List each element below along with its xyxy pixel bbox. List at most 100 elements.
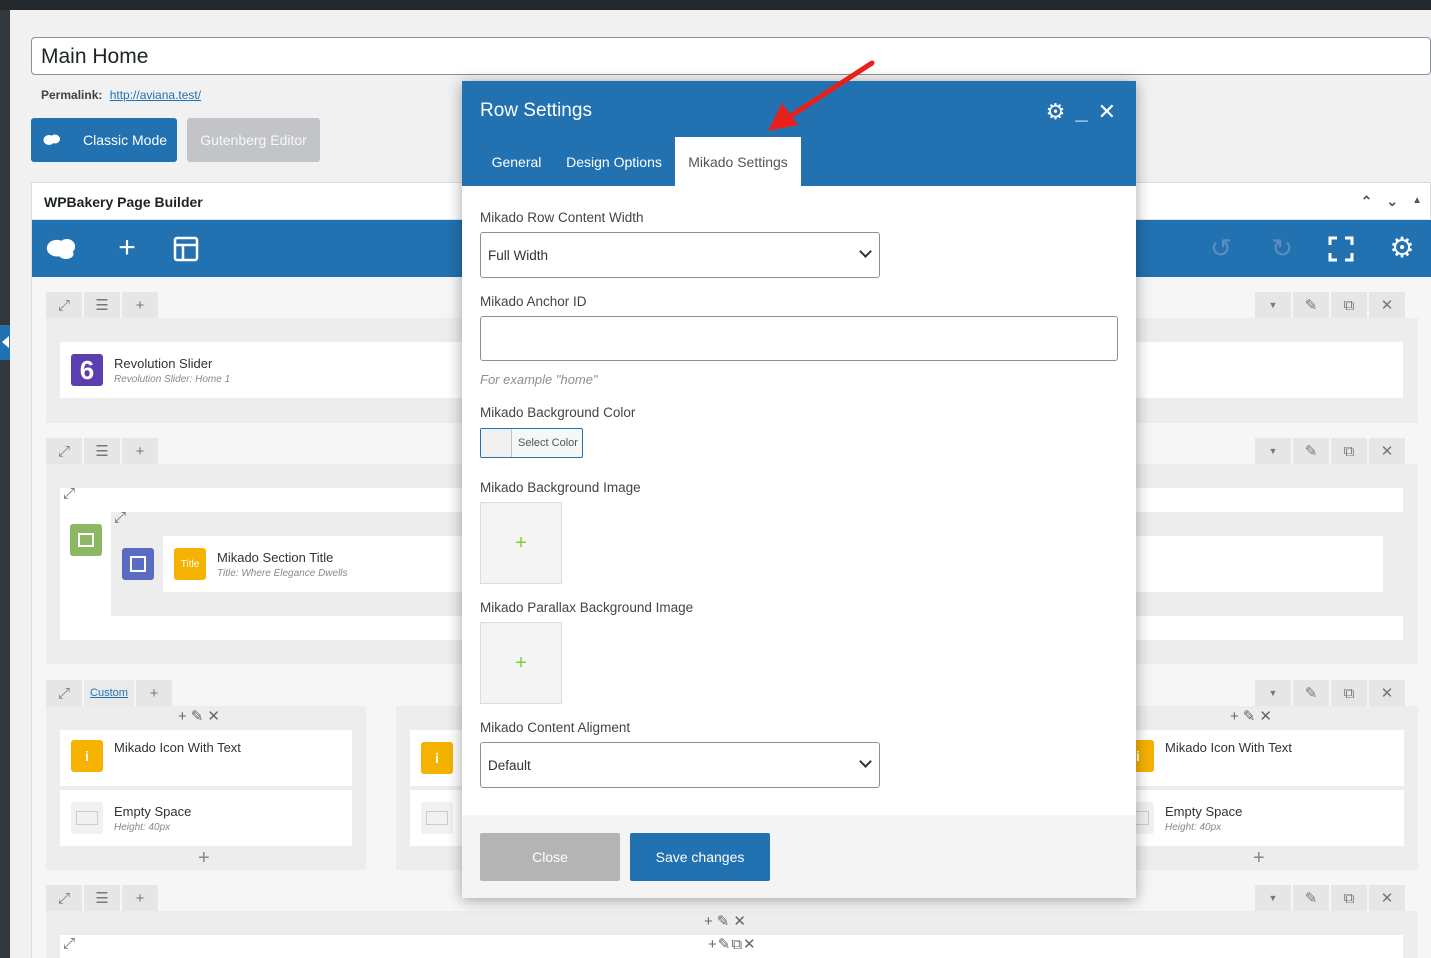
delete-row-icon[interactable]: ✕ bbox=[1369, 292, 1407, 318]
content-width-label: Mikado Row Content Width bbox=[480, 210, 644, 225]
close-icon[interactable]: ✕ bbox=[1098, 99, 1116, 125]
edit-row-icon[interactable]: ✎ bbox=[1293, 680, 1331, 706]
column-controls-icon[interactable]: +✎✕ bbox=[1230, 707, 1276, 725]
bg-color-label: Mikado Background Color bbox=[480, 405, 636, 420]
classic-mode-label: Classic Mode bbox=[83, 132, 168, 148]
redo-icon[interactable]: ↻ bbox=[1267, 234, 1297, 264]
edit-row-icon[interactable]: ✎ bbox=[1293, 438, 1331, 464]
move-icon[interactable]: ⤢ bbox=[63, 935, 75, 952]
move-icon[interactable]: ⤢ bbox=[46, 438, 84, 464]
element-name: Empty Space bbox=[1165, 803, 1243, 819]
fullscreen-icon[interactable] bbox=[1328, 236, 1354, 262]
toggle-row-icon[interactable]: ▼ bbox=[1255, 292, 1293, 318]
add-element-icon[interactable]: + bbox=[1253, 847, 1265, 870]
add-image-icon: + bbox=[515, 531, 527, 554]
row-actions: ▼ ✎ ⧉ ✕ bbox=[1255, 438, 1407, 464]
element-name: Mikado Section Title bbox=[217, 549, 334, 565]
move-icon[interactable]: ⤢ bbox=[46, 885, 84, 911]
settings-gear-icon[interactable]: ⚙ bbox=[1387, 234, 1417, 264]
tab-design-options[interactable]: Design Options bbox=[561, 137, 667, 186]
post-title-input[interactable]: Main Home bbox=[31, 37, 1431, 75]
toggle-row-icon[interactable]: ▼ bbox=[1255, 680, 1293, 706]
move-icon[interactable]: ⤢ bbox=[114, 509, 126, 526]
inner-controls-icon[interactable]: +✎⧉✕ bbox=[708, 935, 757, 953]
toggle-panel-icon[interactable]: ▲ bbox=[1412, 195, 1422, 210]
add-column-icon[interactable]: + bbox=[122, 438, 160, 464]
permalink-link[interactable]: http://aviana.test/ bbox=[110, 88, 201, 102]
gutenberg-editor-button[interactable]: Gutenberg Editor bbox=[187, 118, 320, 162]
wpb-cloud-icon bbox=[43, 134, 60, 145]
element-empty-space[interactable]: Empty Space Height: 40px bbox=[60, 790, 352, 846]
element-icon-with-text[interactable]: i Mikado Icon With Text bbox=[1122, 730, 1404, 786]
clone-row-icon[interactable]: ⧉ bbox=[1331, 292, 1369, 318]
edit-row-icon[interactable]: ✎ bbox=[1293, 292, 1331, 318]
content-width-select[interactable]: Full Width bbox=[480, 232, 880, 278]
element-icon-with-text[interactable]: i Mikado Icon With Text bbox=[60, 730, 352, 786]
column-controls-icon[interactable]: +✎✕ bbox=[178, 707, 224, 725]
templates-icon[interactable] bbox=[172, 235, 200, 263]
empty-space-icon bbox=[421, 802, 453, 834]
alignment-value: Default bbox=[488, 757, 531, 773]
gear-icon[interactable]: ⚙ bbox=[1046, 99, 1066, 125]
wpb-logo-icon[interactable] bbox=[46, 234, 76, 264]
add-column-icon[interactable]: + bbox=[136, 680, 174, 706]
close-button[interactable]: Close bbox=[480, 833, 620, 881]
tab-mikado-settings[interactable]: Mikado Settings bbox=[675, 137, 801, 186]
classic-mode-button[interactable]: Classic Mode bbox=[31, 118, 177, 162]
bg-image-upload[interactable]: + bbox=[480, 502, 562, 584]
row-layout-icon[interactable]: ☰ bbox=[84, 292, 122, 318]
element-subtitle: Title: Where Elegance Dwells bbox=[217, 567, 348, 579]
move-icon[interactable]: ⤢ bbox=[46, 292, 84, 318]
builder-title: WPBakery Page Builder bbox=[44, 194, 203, 210]
edit-row-icon[interactable]: ✎ bbox=[1293, 885, 1331, 911]
anchor-help-text: For example "home" bbox=[480, 372, 598, 387]
sidebar-collapse-tab[interactable] bbox=[0, 325, 10, 360]
title-icon: Title bbox=[174, 548, 206, 580]
add-element-icon[interactable]: + bbox=[112, 233, 142, 264]
chevron-down-icon bbox=[859, 755, 872, 768]
move-icon[interactable]: ⤢ bbox=[63, 485, 75, 502]
inner-row-icon bbox=[70, 524, 102, 556]
add-image-icon: + bbox=[515, 651, 527, 674]
row-layout-icon[interactable]: ☰ bbox=[84, 885, 122, 911]
element-name: Mikado Icon With Text bbox=[1165, 740, 1292, 755]
element-subtitle: Height: 40px bbox=[114, 821, 171, 833]
element-subtitle: Revolution Slider: Home 1 bbox=[114, 373, 231, 385]
delete-row-icon[interactable]: ✕ bbox=[1369, 885, 1407, 911]
save-changes-button[interactable]: Save changes bbox=[630, 833, 770, 881]
admin-sidebar bbox=[0, 10, 10, 958]
element-name: Mikado Icon With Text bbox=[114, 740, 241, 755]
clone-row-icon[interactable]: ⧉ bbox=[1331, 885, 1369, 911]
undo-icon[interactable]: ↺ bbox=[1206, 234, 1236, 264]
toggle-row-icon[interactable]: ▼ bbox=[1255, 438, 1293, 464]
delete-row-icon[interactable]: ✕ bbox=[1369, 680, 1407, 706]
delete-row-icon[interactable]: ✕ bbox=[1369, 438, 1407, 464]
add-element-icon[interactable]: + bbox=[198, 847, 210, 870]
column-left: +✎✕ i Mikado Icon With Text Empty Space H… bbox=[46, 706, 366, 870]
parallax-image-upload[interactable]: + bbox=[480, 622, 562, 704]
element-subtitle: Height: 40px bbox=[1165, 821, 1222, 833]
add-column-icon[interactable]: + bbox=[122, 292, 160, 318]
chevron-up-icon[interactable]: ⌃ bbox=[1361, 193, 1373, 210]
alignment-label: Mikado Content Aligment bbox=[480, 720, 631, 735]
minimize-icon[interactable]: _ bbox=[1075, 99, 1087, 125]
add-column-icon[interactable]: + bbox=[122, 885, 160, 911]
element-empty-space[interactable]: Empty Space Height: 40px bbox=[1122, 790, 1404, 846]
row-layout-icon[interactable]: ☰ bbox=[84, 438, 122, 464]
column-controls-icon[interactable]: +✎✕ bbox=[704, 912, 750, 930]
tab-general[interactable]: General bbox=[480, 137, 553, 186]
anchor-id-input[interactable] bbox=[480, 316, 1118, 361]
row-controls: ⤢ Custom + bbox=[46, 680, 174, 706]
move-icon[interactable]: ⤢ bbox=[46, 680, 84, 706]
dialog-controls: ⚙ _ ✕ bbox=[1046, 99, 1116, 125]
toggle-row-icon[interactable]: ▼ bbox=[1255, 885, 1293, 911]
alignment-select[interactable]: Default bbox=[480, 742, 880, 788]
row-controls: ⤢ ☰ + bbox=[46, 438, 160, 464]
select-color-button[interactable]: Select Color bbox=[480, 428, 583, 458]
clone-row-icon[interactable]: ⧉ bbox=[1331, 680, 1369, 706]
admin-top-bar bbox=[0, 0, 1431, 10]
row-layout-custom[interactable]: Custom bbox=[84, 680, 136, 706]
chevron-down-icon[interactable]: ⌄ bbox=[1386, 193, 1398, 210]
clone-row-icon[interactable]: ⧉ bbox=[1331, 438, 1369, 464]
column-icon bbox=[122, 548, 154, 580]
